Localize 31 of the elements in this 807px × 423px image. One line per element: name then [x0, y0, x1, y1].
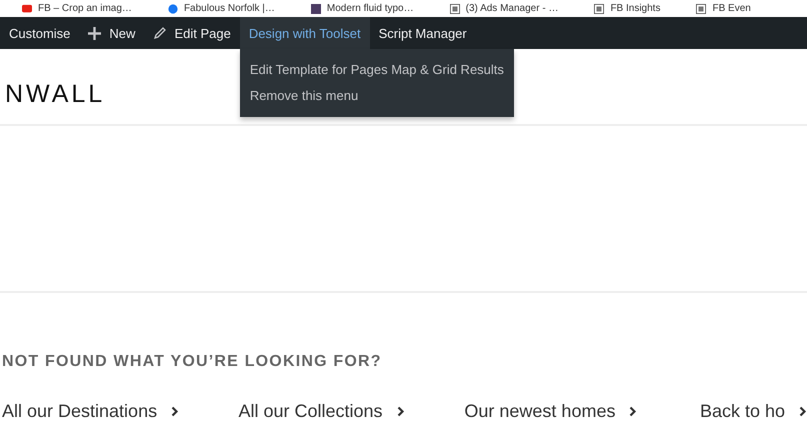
- admin-menu-item[interactable]: Customise: [0, 17, 80, 49]
- bookmark-link[interactable]: (3) Ads Manager - …: [450, 3, 558, 14]
- menu-item[interactable]: Remove this menu: [240, 83, 514, 109]
- page-icon: [450, 4, 460, 14]
- bookmark-link[interactable]: FB Even: [696, 3, 751, 14]
- bookmark-link[interactable]: FB – Crop an imag…: [22, 3, 132, 14]
- nav-link[interactable]: All our Destinations: [2, 401, 238, 422]
- pencil-icon: [153, 26, 166, 40]
- admin-menu-item[interactable]: Design with Toolset: [240, 17, 370, 49]
- logo-text[interactable]: NWALL: [0, 80, 106, 109]
- circle-icon: [168, 4, 178, 14]
- menu-item[interactable]: Edit Template for Pages Map & Grid Results: [240, 57, 514, 83]
- admin-menu-item[interactable]: Script Manager: [370, 17, 476, 49]
- bookmark-link[interactable]: Modern fluid typo…: [310, 3, 414, 14]
- page-icon: [696, 4, 706, 14]
- chevron-right-icon: [629, 406, 638, 417]
- chevron-right-icon: [171, 406, 180, 417]
- plus-icon: [88, 26, 102, 40]
- chevron-right-icon: [396, 406, 405, 417]
- nav-link[interactable]: Back to ho: [700, 401, 807, 422]
- video-icon: [22, 4, 32, 14]
- bookmark-link[interactable]: Fabulous Norfolk |…: [168, 3, 275, 14]
- chevron-right-icon: [799, 406, 807, 417]
- square-icon: [310, 4, 321, 14]
- bookmark-link[interactable]: FB Insights: [594, 3, 660, 14]
- page-icon: [594, 4, 604, 14]
- section-heading: NOT FOUND WHAT YOU’RE LOOKING FOR?: [2, 353, 383, 371]
- nav-link[interactable]: All our Collections: [238, 401, 464, 422]
- admin-menu-item[interactable]: Edit Page: [144, 17, 240, 49]
- nav-link[interactable]: Our newest homes: [464, 401, 700, 422]
- admin-menu-item[interactable]: New: [79, 17, 144, 49]
